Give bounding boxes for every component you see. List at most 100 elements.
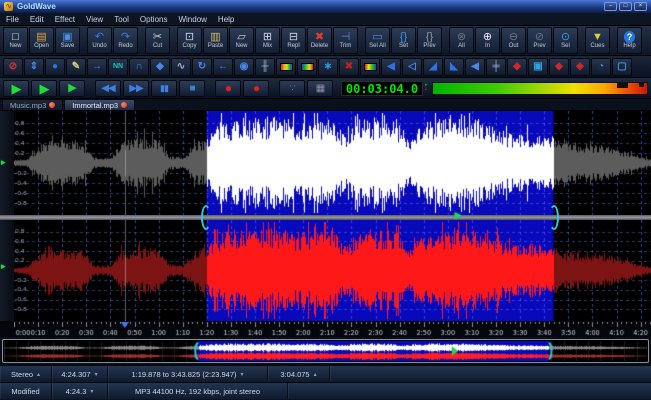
record-button[interactable]: ● [215, 79, 241, 97]
play-selection-button[interactable]: ▶ [31, 79, 57, 97]
visuals-button[interactable]: ▦ [307, 79, 333, 97]
total-length-value: 4:24.307 [61, 369, 91, 379]
tab-close-icon[interactable] [121, 102, 128, 108]
paste-button[interactable]: ▥ Paste [203, 27, 228, 54]
menu-edit[interactable]: Edit [30, 15, 44, 24]
out-button[interactable]: ⊖ Out [501, 27, 526, 54]
toolbar-button-label: Redo [118, 43, 133, 49]
sel-button[interactable]: ⊙ Sel [553, 27, 578, 54]
new-button[interactable]: □ New [3, 27, 28, 54]
effect-notes-icon: ▢ [617, 60, 627, 72]
toolbar-button-label: Open [34, 43, 49, 49]
playhead-marker-icon[interactable]: ▶ [455, 210, 462, 221]
effect-interpolate-button[interactable]: ∗ [318, 57, 338, 76]
prev-button[interactable]: {} Prev [417, 27, 442, 54]
toolbar-button-label: Delete [310, 43, 329, 49]
delete-button[interactable]: ✖ Delete [307, 27, 332, 54]
menu-tool[interactable]: Tool [114, 15, 129, 24]
effect-eq-sliders-button[interactable]: ╫ [255, 57, 275, 76]
fast-forward-button[interactable]: ▶▶ [123, 79, 149, 97]
effect-volume-down-button[interactable]: ◁ [402, 57, 422, 76]
open-button[interactable]: ▤ Open [29, 27, 54, 54]
sel-all-button[interactable]: ▭ Sel All [365, 27, 390, 54]
record-selection-button[interactable]: ● [243, 79, 269, 97]
undo-button[interactable]: ↶ Undo [87, 27, 112, 54]
rewind-button[interactable]: ◀◀ [95, 79, 121, 97]
effect-parametric-eq-button[interactable] [297, 57, 317, 76]
right-channel-waveform[interactable] [14, 220, 651, 321]
menu-window[interactable]: Window [178, 15, 206, 24]
copy-button[interactable]: ⊡ Copy [177, 27, 202, 54]
new-button[interactable]: ▱ New [229, 27, 254, 54]
close-button[interactable]: × [634, 2, 647, 11]
effect-pan-button[interactable]: ◀ [465, 57, 485, 76]
effect-cue-view-button[interactable]: ◈ [570, 57, 590, 76]
effect-pitch-button[interactable]: ◉ [234, 57, 254, 76]
effect-spectrum-button[interactable] [360, 57, 380, 76]
menu-effect[interactable]: Effect [55, 15, 75, 24]
selection-start-handle[interactable] [200, 205, 211, 230]
effect-filter-button[interactable]: ∿ [171, 57, 191, 76]
play-from-button[interactable]: ▶ [59, 79, 85, 97]
menu-help[interactable]: Help [218, 15, 234, 24]
effect-reverse-button[interactable]: ∩ [129, 57, 149, 76]
effect-draw-icon: ✎ [71, 60, 81, 72]
stop-button[interactable]: ■ [179, 79, 205, 97]
effect-mute-button[interactable]: ⊘ [3, 57, 23, 76]
in-button[interactable]: ⊕ In [475, 27, 500, 54]
overview-waveform[interactable] [4, 341, 647, 361]
maximize-button[interactable]: □ [619, 2, 632, 11]
redo-button[interactable]: ↷ Redo [113, 27, 138, 54]
file-length-dropdown-icon[interactable]: ▾ [90, 388, 93, 395]
repl-button[interactable]: ⊟ Repl [281, 27, 306, 54]
new-icon: ▱ [237, 31, 246, 43]
effect-mechanize-button[interactable]: ● [45, 57, 65, 76]
effect-noise-reduction-button[interactable]: NN [108, 57, 128, 76]
tab-music-mp3[interactable]: Music.mp3 [2, 99, 64, 110]
left-channel-waveform[interactable] [14, 111, 651, 215]
pause-button[interactable]: ▮▮ [151, 79, 177, 97]
menu-view[interactable]: View [86, 15, 103, 24]
left-channel-handle-icon[interactable]: ▸ [1, 157, 6, 168]
effect-notes-button[interactable]: ▢ [612, 57, 632, 76]
effect-interpolate-icon: ∗ [323, 60, 333, 72]
effect-offset-button[interactable]: → [87, 57, 107, 76]
effect-fade-out-button[interactable]: ◣ [444, 57, 464, 76]
prev-button[interactable]: ⊘ Prev [527, 27, 552, 54]
total-length-dropdown-icon[interactable]: ▾ [95, 371, 98, 378]
menu-file[interactable]: File [6, 15, 19, 24]
help-button[interactable]: ? Help [617, 27, 642, 54]
channel-mode-dropdown-icon[interactable]: ▴ [37, 371, 40, 378]
effect-doppler-button[interactable]: ◆ [150, 57, 170, 76]
right-channel-handle-icon[interactable]: ▸ [1, 261, 6, 272]
menu-options[interactable]: Options [140, 15, 168, 24]
effect-playback-device-button[interactable]: ◀ [381, 57, 401, 76]
trim-button[interactable]: ⊣ Trim [333, 27, 358, 54]
effect-equalizer-button[interactable] [276, 57, 296, 76]
tab-immortal-mp3[interactable]: Immortal.mp3 [64, 99, 136, 110]
effect-draw-button[interactable]: ✎ [66, 57, 86, 76]
save-button[interactable]: ▣ Save [55, 27, 80, 54]
effect-silence-button[interactable]: ✖ [339, 57, 359, 76]
cut-button[interactable]: ✂ Cut [145, 27, 170, 54]
minimize-button[interactable]: – [604, 2, 617, 11]
effect-fade-in-button[interactable]: ◢ [423, 57, 443, 76]
selection-range-dropdown-icon[interactable]: ▾ [241, 371, 244, 378]
all-button[interactable]: ⊗ All [449, 27, 474, 54]
effect-echo-button[interactable]: ← [213, 57, 233, 76]
play-all-button[interactable]: ▶ [3, 79, 29, 97]
effect-timer-button[interactable]: ◔ [591, 57, 611, 76]
effect-flanger-button[interactable]: ↻ [192, 57, 212, 76]
cues-button[interactable]: ▼ Cues [585, 27, 610, 54]
mix-button[interactable]: ⊞ Mix [255, 27, 280, 54]
tab-close-icon[interactable] [49, 102, 56, 108]
effect-volume-shape-button[interactable]: ╪ [486, 57, 506, 76]
playback-position-dropdown-icon[interactable]: ▴ [314, 371, 317, 378]
effect-cue-split-button[interactable]: ◆ [507, 57, 527, 76]
monitor-button[interactable]: ∵ [279, 79, 305, 97]
effect-adjust-button[interactable]: ⇕ [24, 57, 44, 76]
set-button[interactable]: {} Set [391, 27, 416, 54]
time-ruler[interactable] [14, 321, 651, 337]
effect-cue-point-button[interactable]: ◆ [549, 57, 569, 76]
effect-comment-button[interactable]: ▣ [528, 57, 548, 76]
